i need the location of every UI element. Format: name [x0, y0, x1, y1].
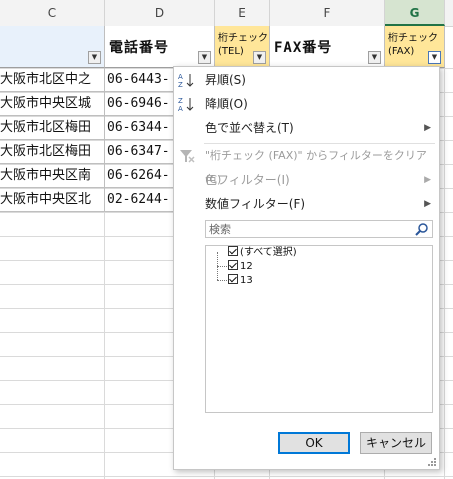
cell-address[interactable]: 大阪市中央区南: [0, 164, 105, 188]
checkbox-checked[interactable]: [228, 246, 238, 256]
menu-label: 色で並べ替え(T): [205, 121, 294, 135]
menu-sort-by-color[interactable]: 色で並べ替え(T) ▶: [174, 116, 439, 140]
header-label-fax: FAX番号: [274, 40, 333, 56]
filter-dropdown-button[interactable]: ▼: [253, 51, 266, 64]
cell-address[interactable]: 大阪市北区梅田: [0, 140, 105, 164]
column-letter: F: [323, 6, 331, 20]
filter-dropdown-button[interactable]: ▼: [198, 51, 211, 64]
autofilter-dropdown: A Z 昇順(S) Z A 降順(O) 色で並べ替え(T) ▶ "桁チェック (…: [173, 66, 440, 470]
filter-item-value[interactable]: 12: [228, 260, 253, 274]
sort-desc-icon: Z A: [178, 97, 194, 112]
header-label-tel: 電話番号: [109, 40, 169, 56]
search-input[interactable]: [206, 221, 412, 237]
submenu-arrow-icon: ▶: [424, 175, 431, 185]
filter-item-label: 12: [240, 261, 253, 272]
menu-sort-descending[interactable]: Z A 降順(O): [174, 92, 439, 116]
header-label-line: 桁チェック: [218, 33, 268, 44]
menu-label: 昇順(S): [205, 73, 246, 87]
menu-sort-ascending[interactable]: A Z 昇順(S): [174, 68, 439, 92]
column-letter: G: [409, 6, 420, 20]
cell-tel[interactable]: 02-6244-: [105, 188, 173, 212]
filter-item-label: 13: [240, 275, 253, 286]
resize-grip-icon[interactable]: [428, 458, 436, 466]
column-letter: E: [238, 6, 246, 20]
svg-text:Z: Z: [178, 81, 183, 88]
column-header-f[interactable]: F: [270, 0, 385, 26]
column-header-h[interactable]: [445, 0, 453, 26]
column-header-g[interactable]: G: [385, 0, 445, 26]
menu-number-filter[interactable]: 数値フィルター(F) ▶: [174, 192, 439, 216]
tree-line: [217, 280, 227, 281]
column-header-bar: C D E F G: [0, 0, 453, 27]
header-cell-tel-check[interactable]: 桁チェック (TEL) ▼: [215, 26, 270, 68]
checkbox-checked[interactable]: [228, 260, 238, 270]
cell-tel[interactable]: 06-6443-: [105, 68, 173, 92]
header-cell-fax-check[interactable]: 桁チェック (FAX) ▼: [385, 26, 445, 68]
cell-address[interactable]: 大阪市中央区北: [0, 188, 105, 212]
grid-line: [444, 26, 445, 479]
cell-tel[interactable]: 06-6347-: [105, 140, 173, 164]
menu-label: 降順(O): [205, 97, 248, 111]
clear-filter-icon: [180, 150, 195, 163]
header-cell-address[interactable]: ▼: [0, 26, 105, 68]
cell-address[interactable]: 大阪市北区中之: [0, 68, 105, 92]
header-cell-tel[interactable]: 電話番号 ▼: [105, 26, 215, 68]
svg-text:A: A: [178, 73, 183, 81]
filter-dropdown-button-active[interactable]: ▼: [428, 51, 441, 64]
cell-tel[interactable]: 06-6264-: [105, 164, 173, 188]
menu-label: 数値フィルター(F): [205, 197, 306, 211]
cell-address[interactable]: 大阪市北区梅田: [0, 116, 105, 140]
menu-clear-filter[interactable]: "桁チェック (FAX)" からフィルターをクリア(C): [174, 144, 439, 186]
sort-asc-icon: A Z: [178, 73, 194, 88]
ok-button[interactable]: OK: [278, 432, 350, 454]
column-header-e[interactable]: E: [215, 0, 270, 26]
filter-item-select-all[interactable]: (すべて選択): [228, 246, 297, 260]
cell-address[interactable]: 大阪市中央区城: [0, 92, 105, 116]
menu-label: 色フィルター(I): [205, 173, 290, 187]
cancel-button[interactable]: キャンセル: [360, 432, 432, 454]
svg-text:Z: Z: [178, 97, 183, 105]
column-header-c[interactable]: C: [0, 0, 105, 26]
submenu-arrow-icon: ▶: [424, 123, 431, 133]
tree-line: [217, 266, 227, 267]
grid-line: [0, 476, 453, 477]
column-letter: C: [47, 6, 57, 20]
column-letter: D: [154, 6, 165, 20]
header-label-line: 桁チェック: [388, 33, 438, 44]
filter-dropdown-button[interactable]: ▼: [368, 51, 381, 64]
filter-item-label: (すべて選択): [240, 247, 297, 258]
search-icon: [415, 223, 428, 236]
cell-tel[interactable]: 06-6344-: [105, 116, 173, 140]
menu-color-filter[interactable]: 色フィルター(I) ▶: [174, 168, 439, 192]
filter-item-value[interactable]: 13: [228, 274, 253, 288]
filter-search-box[interactable]: [205, 220, 433, 238]
header-cell-fax[interactable]: FAX番号 ▼: [270, 26, 385, 68]
cell-tel[interactable]: 06-6946-: [105, 92, 173, 116]
submenu-arrow-icon: ▶: [424, 199, 431, 209]
column-header-d[interactable]: D: [105, 0, 215, 26]
checkbox-checked[interactable]: [228, 274, 238, 284]
filter-dropdown-button[interactable]: ▼: [88, 51, 101, 64]
filter-value-list[interactable]: (すべて選択) 12 13: [205, 245, 433, 413]
svg-text:A: A: [178, 105, 183, 112]
